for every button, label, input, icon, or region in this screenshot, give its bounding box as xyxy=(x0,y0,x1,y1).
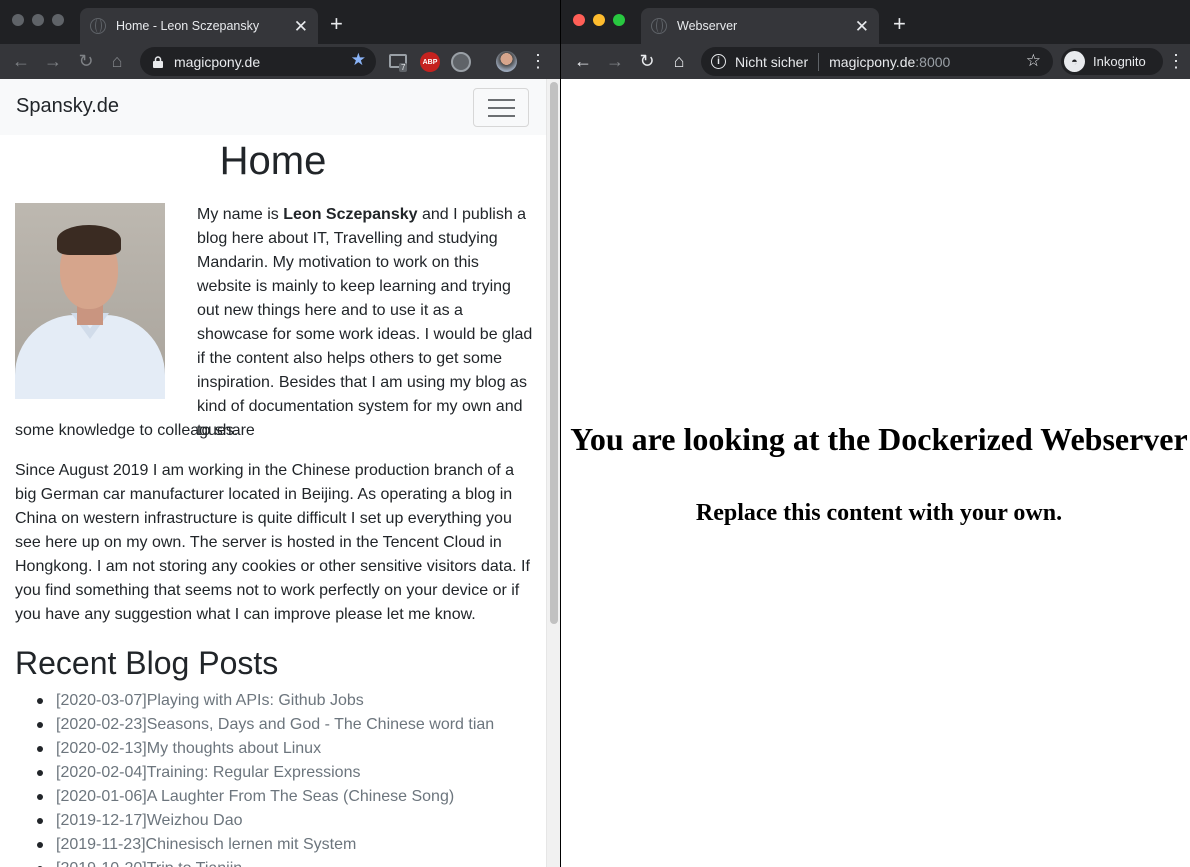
globe-icon xyxy=(651,18,667,34)
tab-strip: Home - Leon Sczepansky ✕ + xyxy=(0,0,560,44)
tab-home[interactable]: Home - Leon Sczepansky ✕ xyxy=(80,8,318,44)
info-icon[interactable]: i xyxy=(711,54,726,69)
tab-webserver[interactable]: Webserver ✕ xyxy=(641,8,879,44)
maximize-window-button[interactable] xyxy=(613,14,625,26)
new-tab-button[interactable]: + xyxy=(330,13,343,35)
blog-post-link[interactable]: [2019-12-17]Weizhou Dao xyxy=(15,809,535,833)
webpage-content: You are looking at the Dockerized Webser… xyxy=(561,79,1190,867)
menu-kebab-icon[interactable]: ⋮ xyxy=(527,50,549,72)
scrollbar-thumb[interactable] xyxy=(550,82,558,624)
tab-title: Home - Leon Sczepansky xyxy=(116,19,260,33)
extension-icon[interactable] xyxy=(451,52,471,72)
window-controls xyxy=(573,14,625,26)
hamburger-icon xyxy=(488,99,515,101)
incognito-icon: ◓ xyxy=(1064,51,1085,72)
blog-post-link[interactable]: [2020-02-23]Seasons, Days and God - The … xyxy=(15,713,535,737)
tab-strip: Webserver ✕ + xyxy=(561,0,1190,44)
url-text: magicpony.de xyxy=(174,53,261,70)
webpage-content: Spansky.de Home My name is Leon Sczepans… xyxy=(0,79,546,867)
gmail-count-badge: 7 xyxy=(399,63,408,72)
close-window-button[interactable] xyxy=(12,14,24,26)
right-browser-window: Webserver ✕ + ← → ↻ ⌂ i Nicht sicher mag… xyxy=(561,0,1190,867)
browser-toolbar: ← → ↻ ⌂ magicpony.de ★ 7 ABP ⋮ xyxy=(0,44,560,79)
page-heading: You are looking at the Dockerized Webser… xyxy=(570,421,1188,457)
abp-label: ABP xyxy=(422,58,438,66)
url-text: magicpony.de:8000 xyxy=(829,53,951,70)
profile-avatar[interactable] xyxy=(496,51,517,72)
back-button[interactable]: ← xyxy=(572,50,594,72)
incognito-badge[interactable]: ◓ Inkognito xyxy=(1061,48,1163,75)
maximize-window-button[interactable] xyxy=(52,14,64,26)
blog-post-link[interactable]: [2019-10-20]Trip to Tianjin xyxy=(15,857,535,867)
author-name: Leon Sczepansky xyxy=(283,206,418,223)
incognito-label: Inkognito xyxy=(1093,54,1146,69)
back-button[interactable]: ← xyxy=(10,50,32,72)
new-tab-button[interactable]: + xyxy=(893,13,906,35)
address-bar[interactable]: magicpony.de ★ xyxy=(140,47,376,76)
intro-paragraph: My name is Leon Sczepansky and I publish… xyxy=(197,206,533,439)
navbar-toggle-button[interactable] xyxy=(473,88,529,127)
minimize-window-button[interactable] xyxy=(593,14,605,26)
blog-post-link[interactable]: [2020-02-13]My thoughts about Linux xyxy=(15,737,535,761)
close-tab-icon[interactable]: ✕ xyxy=(294,18,308,35)
menu-kebab-icon[interactable]: ⋮ xyxy=(1165,50,1187,72)
about-paragraph: Since August 2019 I am working in the Ch… xyxy=(15,462,530,623)
home-button[interactable]: ⌂ xyxy=(106,50,128,72)
address-bar[interactable]: i Nicht sicher magicpony.de:8000 ☆ xyxy=(701,47,1053,76)
vertical-scrollbar[interactable] xyxy=(546,79,560,867)
forward-button[interactable]: → xyxy=(604,50,626,72)
globe-icon xyxy=(90,18,106,34)
tab-title: Webserver xyxy=(677,19,738,33)
minimize-window-button[interactable] xyxy=(32,14,44,26)
site-navbar: Spansky.de xyxy=(0,79,546,135)
close-window-button[interactable] xyxy=(573,14,585,26)
bookmark-star-icon[interactable]: ★ xyxy=(351,50,366,70)
page-subheading: Replace this content with your own. xyxy=(695,500,1063,526)
page-title: Home xyxy=(219,139,327,183)
security-label[interactable]: Nicht sicher xyxy=(735,54,808,70)
bookmark-star-icon[interactable]: ☆ xyxy=(1026,51,1041,71)
adblock-extension-icon[interactable]: ABP xyxy=(420,52,440,72)
blog-post-link[interactable]: [2020-02-04]Training: Regular Expression… xyxy=(15,761,535,785)
site-brand-link[interactable]: Spansky.de xyxy=(16,95,119,118)
blog-post-link[interactable]: [2020-03-07]Playing with APIs: Github Jo… xyxy=(15,689,535,713)
recent-posts-list: [2020-03-07]Playing with APIs: Github Jo… xyxy=(15,689,535,867)
blog-post-link[interactable]: [2020-01-06]A Laughter From The Seas (Ch… xyxy=(15,785,535,809)
reload-button[interactable]: ↻ xyxy=(75,50,97,72)
profile-photo xyxy=(15,203,165,399)
close-tab-icon[interactable]: ✕ xyxy=(855,18,869,35)
home-button[interactable]: ⌂ xyxy=(668,50,690,72)
intro-paragraph-end: some knowledge to colleagues. xyxy=(15,422,239,439)
forward-button[interactable]: → xyxy=(42,50,64,72)
browser-toolbar: ← → ↻ ⌂ i Nicht sicher magicpony.de:8000… xyxy=(561,44,1190,79)
left-browser-window: Home - Leon Sczepansky ✕ + ← → ↻ ⌂ magic… xyxy=(0,0,560,867)
window-controls xyxy=(12,14,64,26)
lock-icon xyxy=(153,55,163,68)
reload-button[interactable]: ↻ xyxy=(636,50,658,72)
blog-post-link[interactable]: [2019-11-23]Chinesisch lernen mit System xyxy=(15,833,535,857)
recent-posts-heading: Recent Blog Posts xyxy=(15,645,279,681)
